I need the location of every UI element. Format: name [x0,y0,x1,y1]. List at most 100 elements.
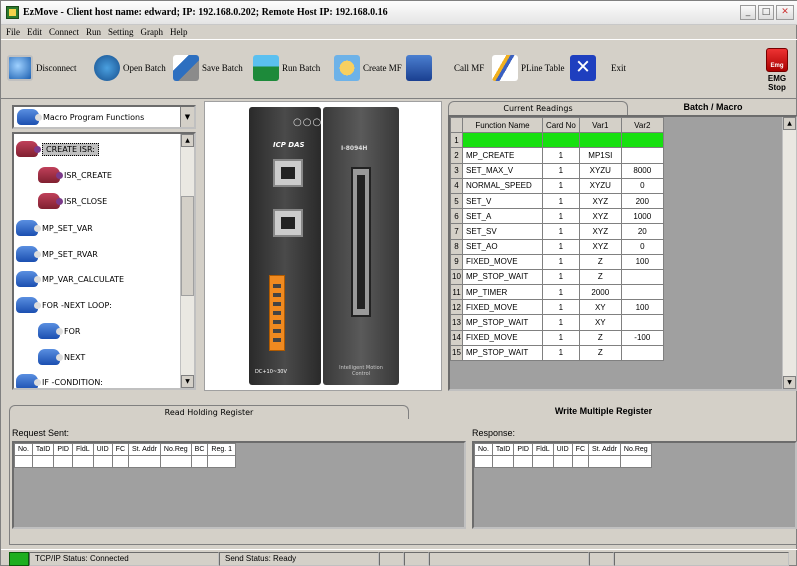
table-cell[interactable] [620,132,664,149]
request-grid[interactable]: No. TaID PID FldL UID FC St. Addr No.Reg BC Reg. … [12,441,466,529]
disconnect-button[interactable]: Disconnect [7,46,77,90]
table-cell[interactable]: MP1SI [578,147,622,164]
function-tree[interactable]: CREATE ISR: ISR_CREATE ISR_CLOSE MP_SET_… [12,132,196,390]
menu-connect[interactable]: Connect [49,27,79,37]
table-cell[interactable] [542,132,580,149]
table-row[interactable]: 2 MP_CREATE 1 MP1SI [450,147,664,164]
table-cell[interactable]: 1 [542,268,580,286]
scroll-up-icon[interactable]: ▲ [181,134,194,147]
table-cell[interactable]: FIXED_MOVE [462,329,543,346]
table-cell[interactable]: MP_STOP_WAIT [462,268,543,286]
table-cell[interactable] [620,284,664,301]
table-cell[interactable]: XYZ [578,238,622,255]
table-cell[interactable]: 1 [542,223,580,240]
scroll-down-icon[interactable]: ▼ [181,375,194,388]
table-cell[interactable]: 1 [542,253,580,270]
tab-batch-macro[interactable]: Batch / Macro [628,101,797,115]
table-cell[interactable]: 20 [620,223,664,240]
pline-table-button[interactable]: PLine Table [492,46,564,90]
table-cell[interactable]: XYZU [578,177,622,194]
menu-run[interactable]: Run [86,27,101,37]
table-cell[interactable]: 1 [542,314,580,331]
table-cell[interactable]: Z [578,344,622,362]
tree-item-isr-close[interactable]: ISR_CLOSE [38,193,107,209]
call-mf-button[interactable]: Call MF [454,46,484,90]
open-batch-button[interactable]: Open Batch [94,46,166,90]
table-cell[interactable] [620,147,664,164]
tree-item-isr-create[interactable]: ISR_CREATE [38,167,112,183]
tree-item-mp-var-calculate[interactable]: MP_VAR_CALCULATE [16,271,124,287]
table-cell[interactable]: 1 [542,177,580,194]
table-cell[interactable]: XY [578,314,622,331]
table-row[interactable]: 5 SET_V 1 XYZ 200 [450,192,664,210]
exit-button[interactable]: × Exit [570,46,626,90]
table-cell[interactable]: MP_STOP_WAIT [462,314,543,331]
table-cell[interactable]: FIXED_MOVE [462,253,543,270]
table-row[interactable]: 1 [450,132,664,149]
table-row[interactable]: 4 NORMAL_SPEED 1 XYZU 0 [450,177,664,194]
table-cell[interactable]: Z [578,253,622,270]
table-row[interactable]: 10 MP_STOP_WAIT 1 Z [450,268,664,286]
close-button[interactable]: ✕ [776,5,794,20]
batch-grid[interactable]: Function Name Card No Var1 Var2 1 2 MP_CRE… [448,115,797,391]
run-batch-button[interactable]: Run Batch [253,46,320,90]
table-cell[interactable]: 1 [542,284,580,301]
table-cell[interactable]: 1 [542,208,580,225]
table-cell[interactable]: 1 [542,344,580,362]
table-cell[interactable] [620,314,664,331]
minimize-button[interactable]: _ [740,5,756,20]
table-cell[interactable]: SET_V [462,192,543,210]
table-cell[interactable]: XY [578,299,622,316]
table-row[interactable]: 13 MP_STOP_WAIT 1 XY [450,314,664,331]
table-row[interactable]: 11 MP_TIMER 1 2000 [450,284,664,301]
tree-item-mp-set-var[interactable]: MP_SET_VAR [16,220,93,236]
tree-item-if-condition[interactable]: IF -CONDITION: [16,374,103,388]
table-cell[interactable]: 1 [542,162,580,179]
grid-scrollbar[interactable]: ▲ ▼ [782,117,796,389]
table-row[interactable]: 7 SET_SV 1 XYZ 20 [450,223,664,240]
tree-item-for-next-loop[interactable]: FOR -NEXT LOOP: [16,297,112,313]
table-cell[interactable]: XYZ [578,223,622,240]
table-cell[interactable] [578,132,622,149]
table-cell[interactable]: 2000 [578,284,622,301]
tree-item-mp-set-rvar[interactable]: MP_SET_RVAR [16,246,98,262]
menu-edit[interactable]: Edit [27,27,42,37]
table-cell[interactable]: Z [578,329,622,346]
table-cell[interactable] [620,268,664,286]
table-cell[interactable]: 8000 [620,162,664,179]
table-row[interactable]: 8 SET_AO 1 XYZ 0 [450,238,664,255]
table-row[interactable]: 15 MP_STOP_WAIT 1 Z [450,344,664,362]
menu-setting[interactable]: Setting [108,27,134,37]
tree-item-create-isr[interactable]: CREATE ISR: [16,141,99,157]
table-cell[interactable]: MP_STOP_WAIT [462,344,543,362]
table-row[interactable]: 3 SET_MAX_V 1 XYZU 8000 [450,162,664,179]
tab-current-readings[interactable]: Current Readings [448,101,628,115]
table-cell[interactable]: 1 [542,147,580,164]
function-category-select[interactable]: Macro Program Functions ▼ [12,105,196,129]
table-cell[interactable]: MP_CREATE [462,147,543,164]
table-row[interactable]: 14 FIXED_MOVE 1 Z -100 [450,329,664,346]
tree-scrollbar[interactable]: ▲ ▼ [180,134,194,388]
table-cell[interactable]: SET_SV [462,223,543,240]
table-cell[interactable]: SET_MAX_V [462,162,543,179]
table-cell[interactable] [462,132,543,149]
create-mf-button[interactable]: Create MF [334,46,435,90]
table-cell[interactable]: Z [578,268,622,286]
table-cell[interactable]: FIXED_MOVE [462,299,543,316]
response-grid[interactable]: No. TaID PID FldL UID FC St. Addr No.Reg [472,441,797,529]
table-cell[interactable]: -100 [620,329,664,346]
table-cell[interactable]: XYZ [578,208,622,225]
table-cell[interactable]: SET_AO [462,238,543,255]
table-cell[interactable]: 1 [542,299,580,316]
table-cell[interactable]: 1 [542,192,580,210]
table-cell[interactable]: XYZU [578,162,622,179]
table-cell[interactable]: SET_A [462,208,543,225]
table-cell[interactable] [620,344,664,362]
table-cell[interactable]: 0 [620,238,664,255]
chevron-down-icon[interactable]: ▼ [180,107,194,127]
scroll-down-icon[interactable]: ▼ [783,376,796,389]
table-row[interactable]: 6 SET_A 1 XYZ 1000 [450,208,664,225]
save-batch-button[interactable]: Save Batch [173,46,243,90]
table-cell[interactable]: 100 [620,299,664,316]
scroll-thumb[interactable] [181,196,194,296]
